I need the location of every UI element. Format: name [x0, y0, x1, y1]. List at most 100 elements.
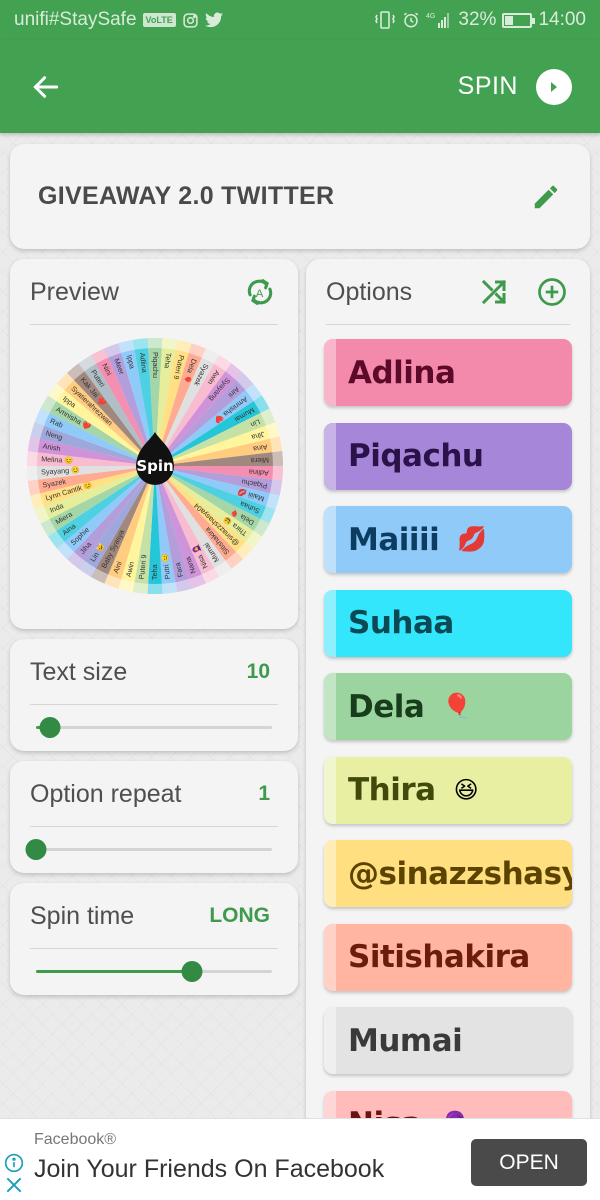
text-size-value: 10 — [246, 660, 270, 683]
divider — [30, 826, 278, 827]
option-color-strip — [324, 756, 336, 824]
edit-title-button[interactable] — [530, 181, 562, 213]
ad-close-button[interactable] — [4, 1175, 24, 1197]
option-repeat-header: Option repeat 1 — [10, 761, 298, 827]
option-text: @sinazzshasya04 — [348, 855, 572, 892]
option-text: Sitishakira — [348, 939, 530, 975]
battery-percent: 32% — [458, 9, 497, 30]
wheel-segment-label: Teha — [150, 564, 159, 580]
wheel-preview[interactable]: Piqachu Teha Puteri 9 Dela 🎈 Syazek Awin Syaya… — [24, 335, 286, 597]
option-repeat-label: Option repeat — [30, 779, 182, 808]
option-item[interactable]: Adlina — [324, 339, 572, 406]
back-button[interactable] — [28, 69, 64, 105]
preview-header: Preview A — [10, 259, 298, 325]
option-color-strip — [324, 589, 336, 657]
wheel-segment-rim — [27, 451, 38, 466]
ad-banner[interactable]: Facebook® Join Your Friends On Facebook … — [0, 1118, 600, 1200]
option-item[interactable]: @sinazzshasya04 — [324, 840, 572, 907]
spin-time-slider[interactable] — [36, 961, 272, 982]
text-size-label: Text size — [30, 657, 128, 686]
wheel-segment-rim — [132, 338, 149, 350]
option-emoji: 💋 — [457, 526, 488, 553]
option-item[interactable]: Dela 🎈 — [324, 673, 572, 740]
add-option-button[interactable] — [534, 274, 570, 310]
shuffle-icon — [481, 279, 507, 305]
option-item[interactable]: Piqachu — [324, 422, 572, 490]
option-emoji: 😆 — [453, 776, 479, 804]
spin-button[interactable]: SPIN — [457, 68, 572, 105]
option-repeat-value: 1 — [258, 782, 270, 805]
spin-label: SPIN — [457, 72, 518, 100]
option-text: Dela — [348, 688, 425, 725]
options-card: Options Adlina Piqachu Maiiii 💋 Suhaa Dela 🎈 Th… — [306, 259, 590, 1159]
play-circle-icon — [536, 68, 572, 105]
option-color-strip — [324, 673, 336, 740]
volte-badge: VoLTE — [142, 13, 176, 27]
option-item[interactable]: Thira 😆 — [324, 756, 572, 824]
options-actions — [476, 274, 570, 310]
option-repeat-slider[interactable] — [25, 839, 272, 860]
battery-icon — [502, 12, 536, 28]
preview-label: Preview — [30, 277, 119, 306]
wheel-segment-label: Miera — [251, 455, 269, 465]
auto-rotate-text-button[interactable]: A — [242, 274, 278, 310]
auto-rotate-text-icon: A — [247, 279, 273, 305]
carrier-name: unifi#StaySafe — [14, 9, 137, 30]
vibrate-icon — [374, 11, 396, 29]
option-item[interactable]: Sitishakira — [324, 923, 572, 991]
wheel-segment-rim — [132, 582, 149, 594]
option-text: Suhaa — [348, 605, 454, 641]
options-list: Adlina Piqachu Maiiii 💋 Suhaa Dela 🎈 Thira 😆 @sin… — [324, 339, 572, 1174]
options-label: Options — [326, 277, 413, 306]
slider-fill — [36, 970, 192, 973]
option-color-strip — [324, 840, 336, 907]
option-repeat-card: Option repeat 1 — [10, 761, 298, 873]
wheel-spin-label[interactable]: Spin — [136, 457, 173, 475]
option-item[interactable]: Maiiii 💋 — [324, 506, 572, 573]
slider-thumb[interactable] — [181, 961, 203, 982]
divider — [326, 324, 570, 325]
option-color-strip — [324, 506, 336, 573]
option-item[interactable]: Suhaa — [324, 589, 572, 657]
slider-thumb[interactable] — [39, 717, 61, 738]
shuffle-button[interactable] — [476, 274, 512, 310]
spin-time-value: LONG — [209, 904, 270, 927]
wheel-segment-rim — [27, 466, 38, 481]
ad-info-button[interactable] — [4, 1153, 24, 1173]
wheel-title-card: GIVEAWAY 2.0 TWITTER — [10, 144, 590, 249]
signal-4g-icon: 4G — [426, 11, 452, 29]
ad-headline[interactable]: Join Your Friends On Facebook — [34, 1155, 384, 1184]
divider — [30, 704, 278, 705]
clock: 14:00 — [538, 9, 586, 30]
wheel-title: GIVEAWAY 2.0 TWITTER — [38, 182, 335, 210]
add-circle-icon — [538, 278, 566, 306]
wheel-segment-label: Melina 😊 — [41, 454, 74, 465]
text-size-slider[interactable] — [36, 717, 272, 738]
status-left: unifi#StaySafe VoLTE — [14, 9, 223, 31]
spin-time-card: Spin time LONG — [10, 883, 298, 995]
wheel-segment-label: Adlina — [249, 468, 269, 478]
battery-level — [505, 15, 513, 25]
divider — [30, 324, 278, 325]
alarm-icon — [402, 11, 420, 29]
option-color-strip — [324, 923, 336, 991]
wheel-segment-rim — [147, 338, 163, 349]
instagram-icon — [182, 12, 199, 29]
arrow-left-icon — [33, 75, 59, 98]
twitter-icon — [204, 12, 223, 28]
option-text: Piqachu — [348, 438, 484, 474]
slider-thumb[interactable] — [25, 839, 47, 860]
option-text: Mumai — [348, 1022, 463, 1059]
app-bar: SPIN — [0, 40, 600, 133]
close-icon — [6, 1177, 22, 1193]
preview-card: Preview A Piqachu Teha Puteri 9 Dela 🎈 Syaze… — [10, 259, 298, 629]
option-emoji: 🎈 — [442, 693, 473, 720]
network-type: 4G — [426, 13, 435, 20]
option-item[interactable]: Mumai — [324, 1007, 572, 1074]
spin-time-header: Spin time LONG — [10, 883, 298, 949]
ad-open-button[interactable]: OPEN — [471, 1139, 587, 1186]
divider — [30, 948, 278, 949]
spin-time-label: Spin time — [30, 901, 135, 930]
wheel-segment-label: Teha — [163, 352, 174, 369]
info-icon — [4, 1153, 24, 1173]
